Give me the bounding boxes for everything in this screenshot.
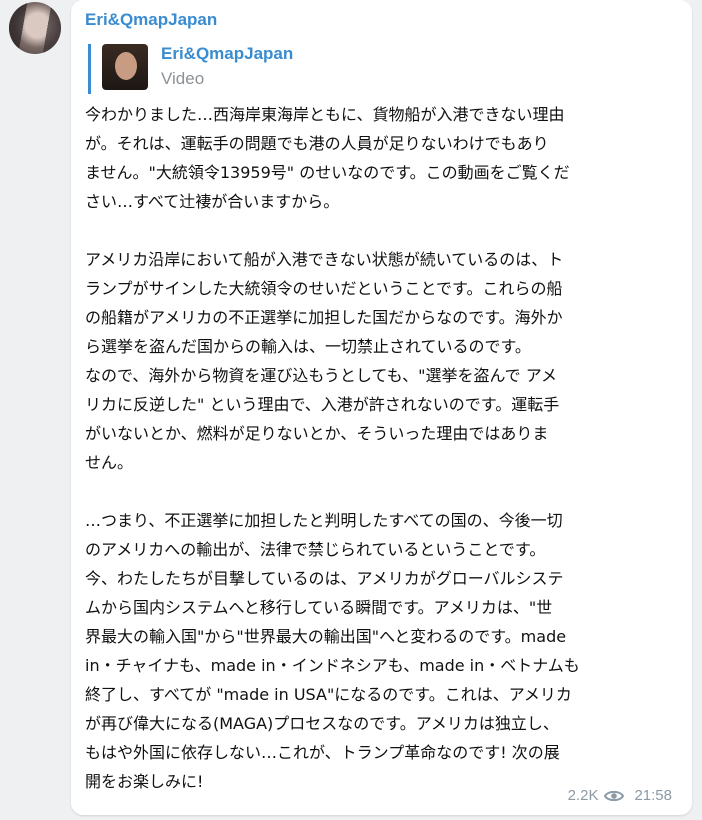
eye-icon [604,790,625,801]
message-line: ら選挙を盗んだ国からの輸入は、一切禁止されているのです。 [85,337,531,356]
message-line: ランプがサインした大統領令のせいだということです。これらの船 [85,279,563,298]
message-line: が再び偉大になる(MAGA)プロセスなのです。アメリカは独立し、 [85,714,559,733]
message-line: 今、わたしたちが目撃しているのは、アメリカがグローバルシステ [85,569,564,588]
message-line: in・チャイナも、made in・インドネシアも、made in・ベトナムも [85,656,580,675]
message-line: 界最大の輸入国"から"世界最大の輸出国"へと変わるのです。made [85,627,567,646]
message-line: のアメリカへの輸出が、法律で禁じられているということです。 [85,540,546,559]
message-line: がいないとか、燃料が足りないとか、そういった理由ではありま [85,424,549,443]
message-time: 21:58 [634,787,672,804]
avatar-image [9,2,61,54]
message-line: …つまり、不正選挙に加担したと判明したすべての国の、今後一切 [85,511,563,530]
message-bubble[interactable]: Eri&QmapJapan Eri&QmapJapan Video 今わかりまし… [71,0,692,815]
message-line: アメリカ沿岸において船が入港できない状態が続いているのは、ト [85,250,564,269]
video-thumbnail[interactable] [102,44,148,90]
message-line: せん。 [85,453,134,472]
forwarded-video-block[interactable]: Eri&QmapJapan Video [88,44,552,94]
message-line: 今わかりました…西海岸東海岸ともに、貨物船が入港できない理由 [85,105,565,124]
message-line: の船籍がアメリカの不正選挙に加担した国だからなのです。海外か [85,308,563,327]
sender-avatar[interactable] [9,2,61,54]
message-line: ません。"大統領令13959号" のせいなのです。この動画をご覧くだ [85,163,570,182]
message-meta: 2.2K 21:58 [568,787,672,804]
forwarded-from-name[interactable]: Eri&QmapJapan [161,44,293,64]
message-line: 終了し、すべてが "made in USA"になるのです。これは、アメリカ [85,685,572,704]
message-line: リカに反逆した" という理由で、入港が許されないのです。運転手 [85,395,560,414]
message-line: ムから国内システムへと移行している瞬間です。アメリカは、"世 [85,598,553,617]
chat-view: Eri&QmapJapan Eri&QmapJapan Video 今わかりまし… [0,0,702,820]
message-line: が。それは、運転手の問題でも港の人員が足りないわけでもあり [85,134,549,153]
forwarded-media-type: Video [161,69,205,88]
message-text: 今わかりました…西海岸東海岸ともに、貨物船が入港できない理由 が。それは、運転手の… [85,100,680,796]
message-line: もはや外国に依存しない…これが、トランプ革命なのです! 次の展 [85,743,560,762]
message-author[interactable]: Eri&QmapJapan [85,10,217,30]
message-line: さい…すべて辻褄が合いますから。 [85,192,340,211]
view-count: 2.2K [567,787,599,804]
message-line: なので、海外から物資を運び込もうとしても、"選挙を盗んで アメ [85,366,557,385]
thumbnail-person [115,52,137,80]
